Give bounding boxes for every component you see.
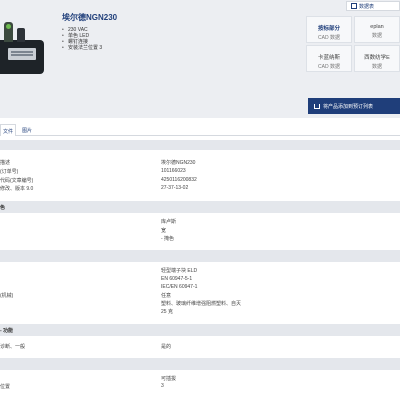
section-header [0, 140, 400, 150]
spec-label: 位置 [0, 384, 11, 390]
section-header-color: 色 [0, 201, 400, 213]
spec-value: 4250116200832 [161, 177, 197, 183]
feature-list: 230 VAC 单色 LED 螺钉连接 安装法兰位置 3 [62, 27, 102, 51]
card-title: 西数纺学E [364, 55, 390, 61]
card-title: eplan [370, 24, 384, 30]
card-subtitle: 数据 [371, 64, 382, 70]
spec-label: 代码(文章编号) [0, 178, 34, 184]
spec-label: 诊断、一般 [0, 344, 26, 350]
spec-value: 25 克 [161, 309, 173, 315]
spec-value: 任意 [161, 293, 172, 299]
spec-label: (订单号) [0, 169, 19, 175]
spec-label: 修改、版本 9.0 [0, 186, 34, 192]
product-title: 埃尔德NGN230 [62, 13, 118, 22]
card-title: 卡蓝纳斯 [317, 55, 340, 61]
datasheet-label: 数据表 [359, 4, 375, 10]
card-cad-catalog[interactable]: 卡蓝纳斯 CAD 数据 [306, 45, 352, 72]
datasheet-button[interactable]: 数据表 [346, 1, 400, 11]
spec-value: 是的 [161, 344, 172, 350]
card-west-data[interactable]: 西数纺学E 数据 [354, 45, 400, 72]
spec-value: 塑料、玻璃纤维增强阻燃塑料、自灭 [161, 301, 242, 307]
spec-value: 宽 [161, 228, 167, 234]
spec-value: 27-37-13-02 [161, 185, 189, 191]
add-to-list-label: 将产品添加到预订列表 [323, 104, 374, 110]
spec-value: 轻型端子块 ELD [161, 268, 198, 274]
spec-value: 埃尔德NGN230 [161, 160, 196, 166]
section-header [0, 358, 400, 370]
product-header: 埃尔德NGN230 230 VAC 单色 LED 螺钉连接 安装法兰位置 3 数… [0, 0, 400, 118]
spec-value: 3 [161, 383, 164, 389]
product-image [0, 22, 44, 74]
card-cad-step[interactable]: 按标部分 CAD 数据 [306, 16, 352, 43]
spec-label: 描述 [0, 160, 11, 166]
cart-icon [314, 104, 320, 109]
tab-images[interactable]: 图片 [18, 124, 36, 136]
add-to-list-button[interactable]: 将产品添加到预订列表 [308, 98, 400, 114]
section-header [0, 250, 400, 262]
tab-bar: 文件 图片 [0, 124, 400, 136]
spec-value: EN 60947-5-1 [161, 276, 193, 282]
document-icon [351, 3, 357, 9]
feature-item: 安装法兰位置 3 [62, 45, 102, 51]
spec-value: 可插拔 [161, 376, 177, 382]
tab-files[interactable]: 文件 [0, 124, 16, 136]
card-title: 按标部分 [317, 26, 340, 32]
spec-label: (机械) [0, 293, 14, 299]
spec-value: IEC/EN 60947-1 [161, 284, 198, 290]
card-eplan[interactable]: eplan 数据 [354, 16, 400, 43]
section-title: 色 [0, 205, 6, 211]
spec-value: - 掩色 [161, 236, 175, 242]
section-title: - 功能 [0, 328, 14, 334]
spec-value: 101166023 [161, 168, 186, 174]
card-subtitle: CAD 数据 [318, 64, 340, 70]
spec-value: 库卢斯 [161, 219, 177, 225]
card-subtitle: CAD 数据 [318, 35, 340, 41]
card-subtitle: 数据 [371, 33, 382, 39]
section-header-function: - 功能 [0, 324, 400, 336]
